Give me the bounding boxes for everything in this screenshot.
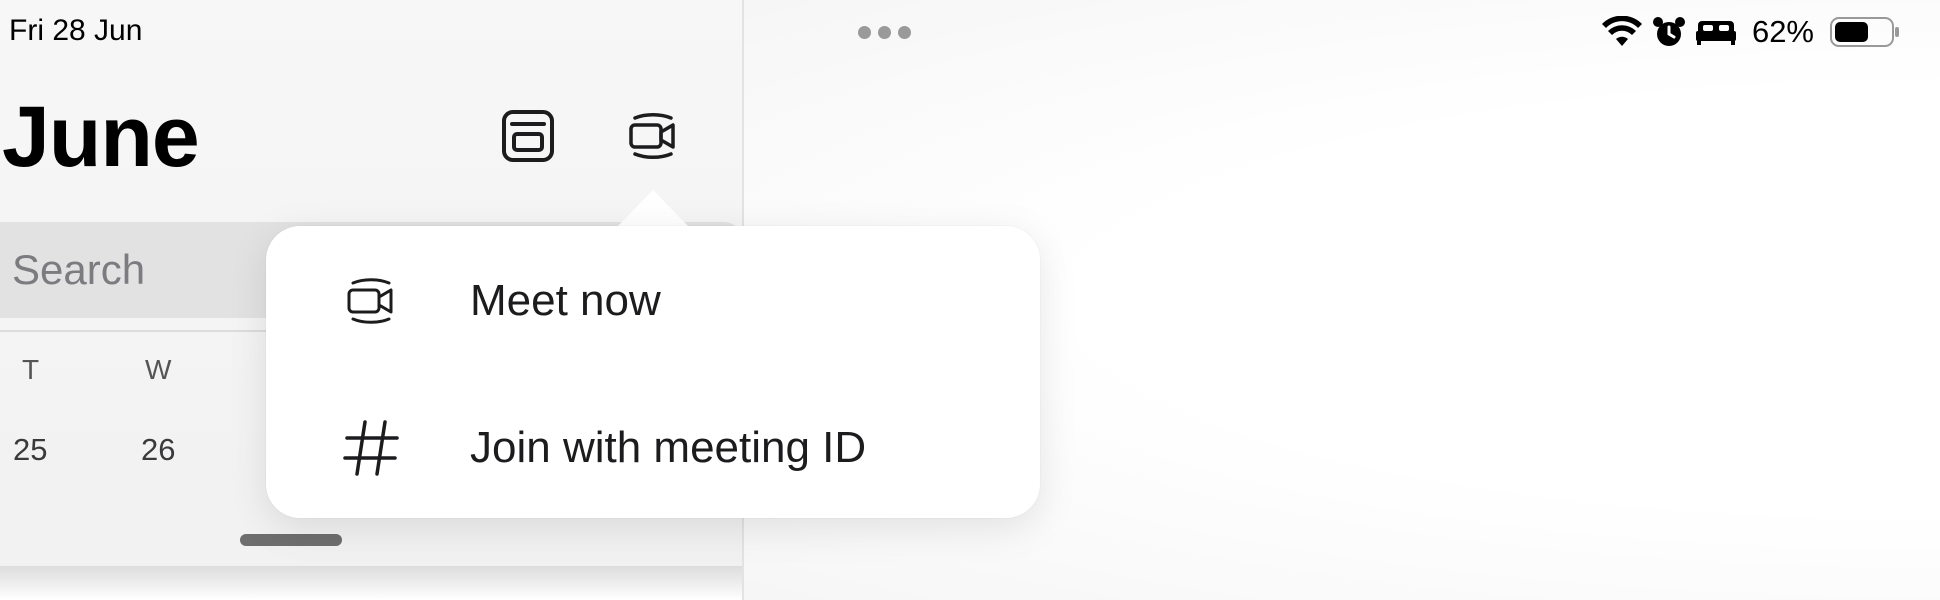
multitasking-menu-icon[interactable] — [858, 26, 911, 39]
today-view-button[interactable] — [498, 108, 558, 168]
dot — [878, 26, 891, 39]
hashtag-icon — [336, 413, 406, 483]
month-title: June — [2, 89, 200, 185]
meet-button[interactable] — [623, 108, 683, 168]
status-date: Fri 28 Jun — [9, 14, 143, 47]
meet-now-menu-item[interactable]: Meet now — [266, 236, 1040, 366]
calendar-today-icon — [500, 108, 556, 169]
wifi-icon — [1601, 16, 1642, 48]
weekday-label: W — [145, 354, 172, 385]
join-with-meeting-id-menu-item[interactable]: Join with meeting ID — [266, 383, 1040, 513]
menu-item-label: Join with meeting ID — [470, 423, 867, 472]
battery-percentage: 62% — [1751, 14, 1814, 49]
video-camera-icon — [336, 266, 406, 336]
app-screen: Fri 28 Jun 62% June Search T W 25 26 Mee… — [0, 0, 1940, 600]
bed-icon — [1695, 17, 1736, 47]
video-camera-icon — [625, 106, 681, 171]
pane-bottom-edge — [0, 566, 742, 600]
weekday-label: T — [22, 354, 40, 385]
date-cell[interactable]: 26 — [141, 432, 175, 468]
menu-item-label: Meet now — [470, 276, 661, 325]
popover-arrow — [616, 190, 690, 228]
dot — [858, 26, 871, 39]
status-indicators: 62% — [1601, 12, 1900, 52]
date-cell[interactable]: 25 — [13, 432, 47, 468]
battery-icon — [1830, 16, 1900, 48]
alarm-icon — [1652, 15, 1686, 49]
drag-handle[interactable] — [240, 534, 342, 546]
dot — [898, 26, 911, 39]
